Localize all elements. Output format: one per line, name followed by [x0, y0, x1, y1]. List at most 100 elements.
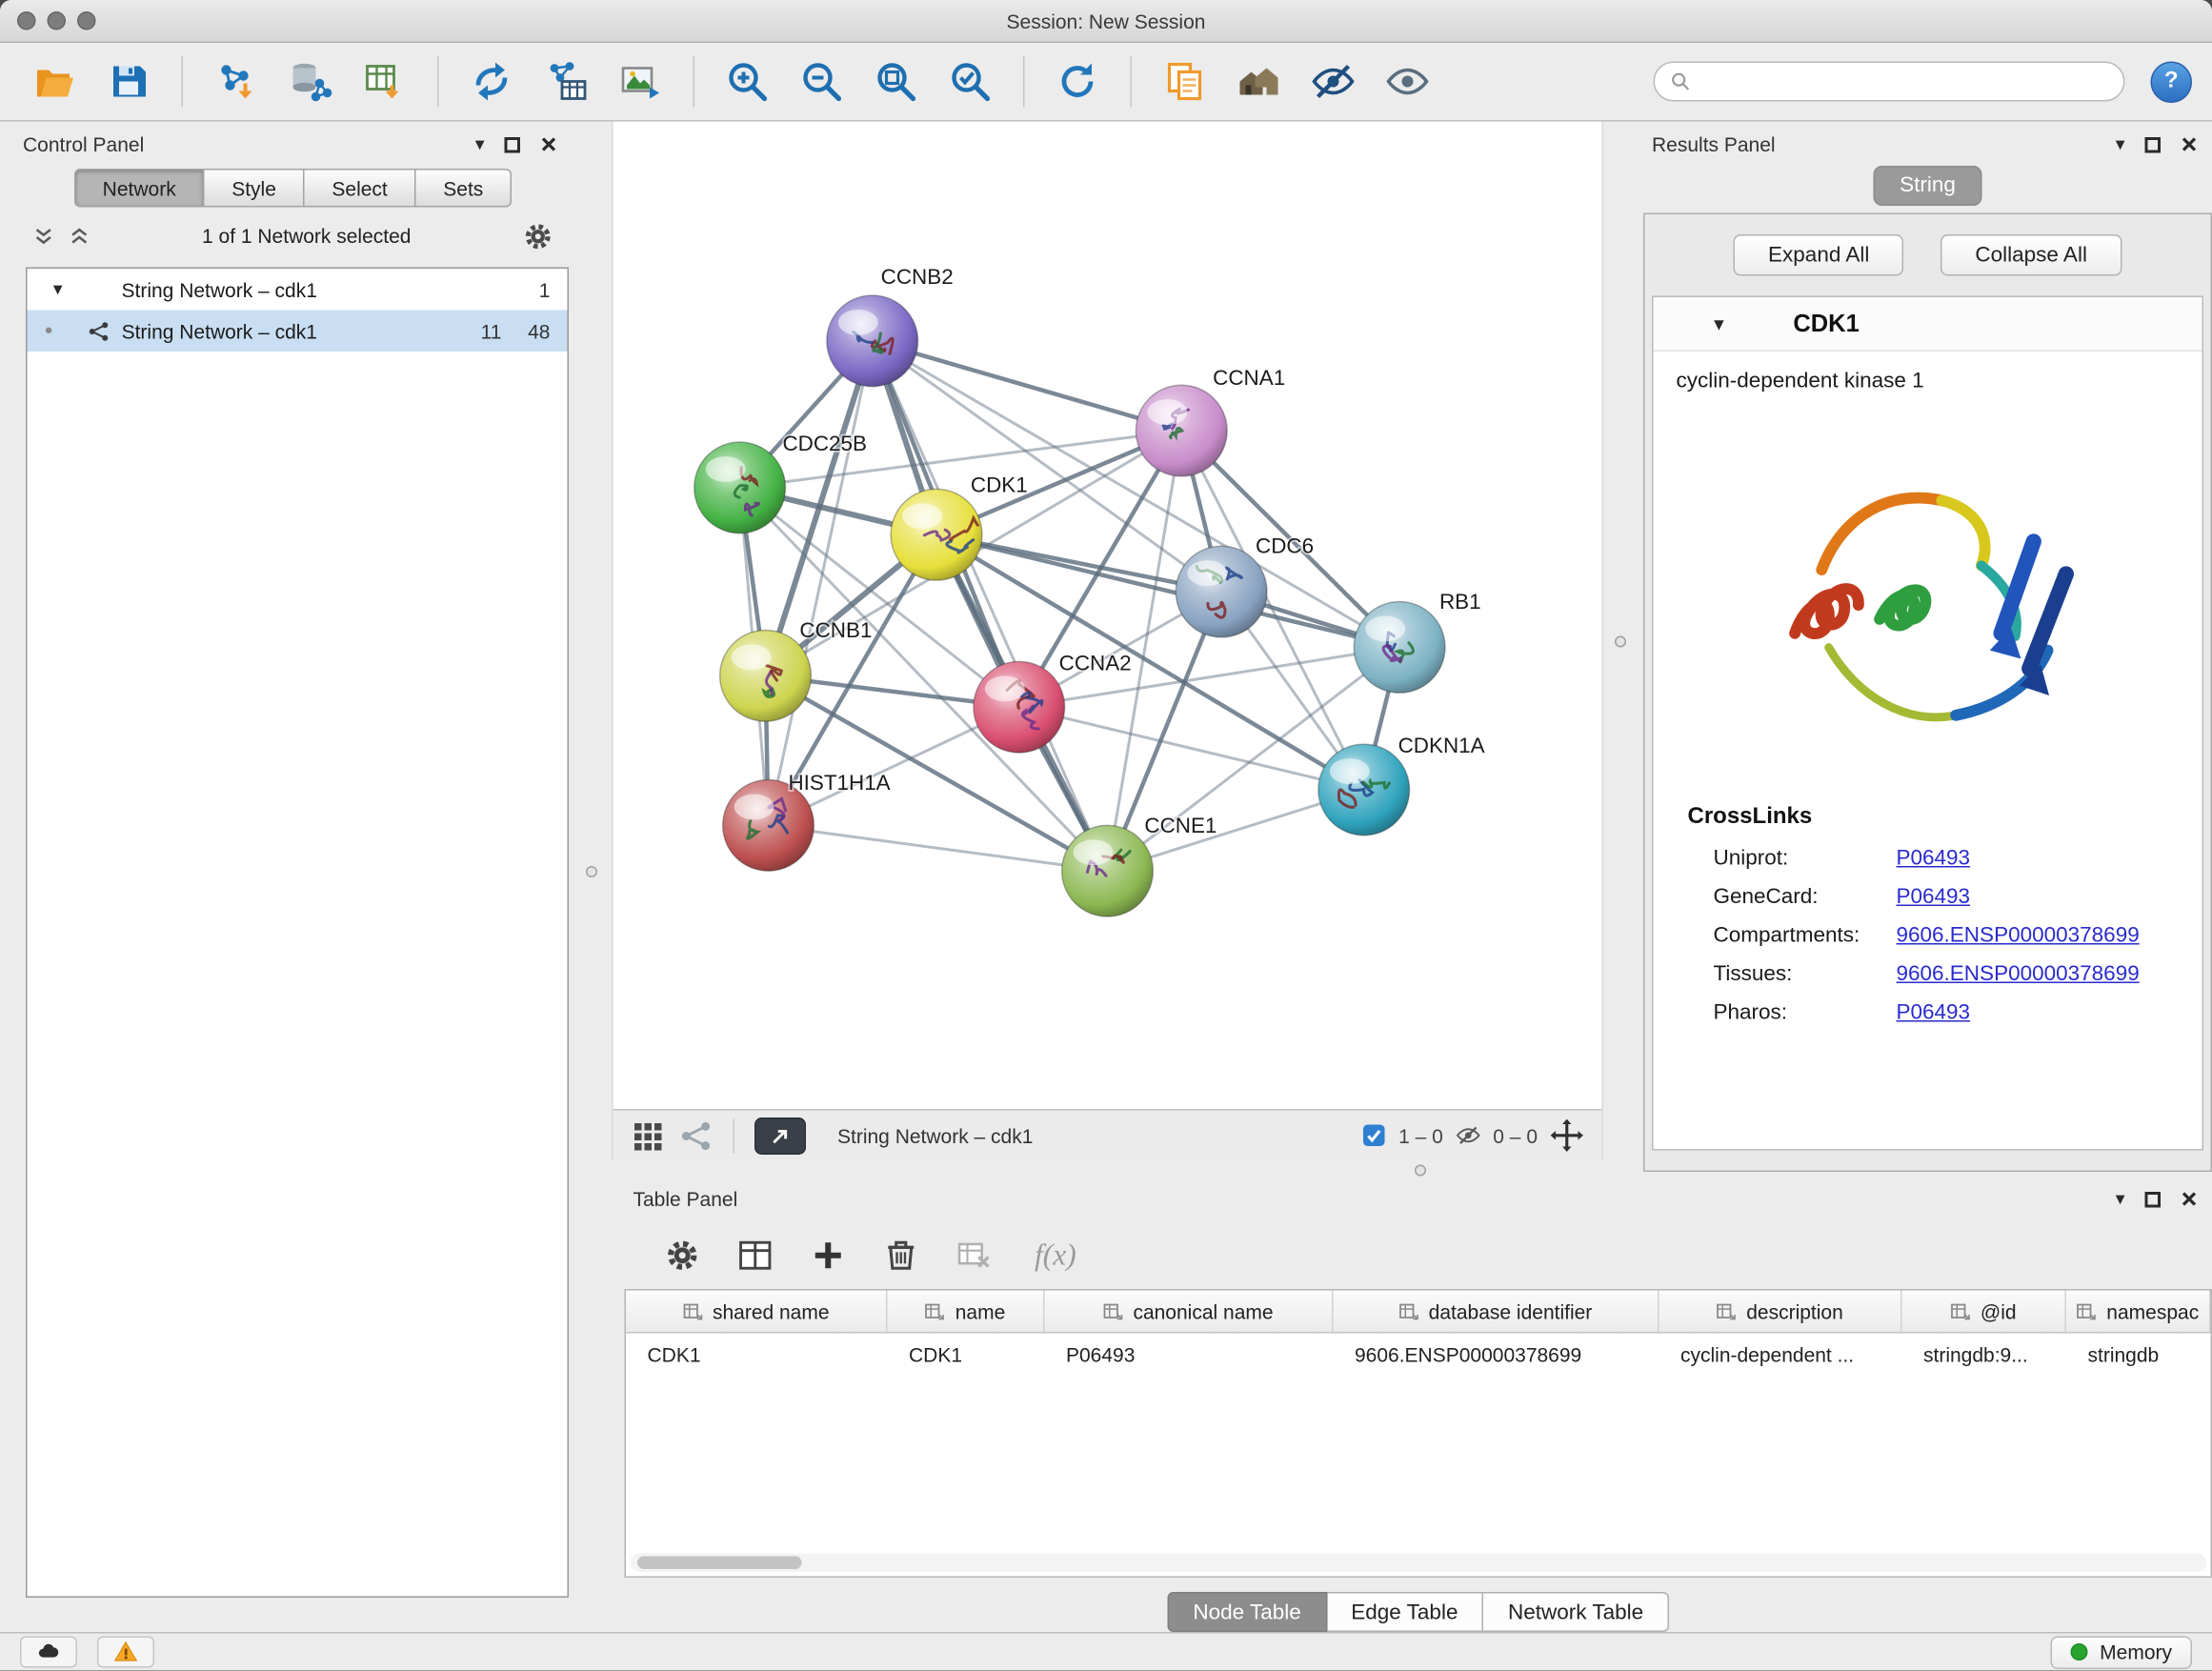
crosslink-value[interactable]: P06493 [1897, 885, 1971, 910]
navigator-button[interactable] [754, 1117, 806, 1154]
zoom-selected-button[interactable] [936, 50, 1005, 113]
column-options-icon[interactable] [925, 1301, 945, 1321]
zoom-in-button[interactable] [714, 50, 782, 113]
tab-sets[interactable]: Sets [416, 169, 513, 208]
node-sphere[interactable] [1062, 825, 1154, 916]
import-network-from-file-button[interactable] [202, 50, 271, 113]
tab-style[interactable]: Style [205, 169, 305, 208]
node-HIST1H1A[interactable]: HIST1H1A [723, 771, 891, 871]
node-sphere[interactable] [720, 630, 812, 721]
open-session-button[interactable] [20, 50, 89, 113]
column-options-icon[interactable] [1950, 1301, 1970, 1321]
edge-HIST1H1A-CCNE1[interactable] [769, 825, 1108, 871]
results-panel-close-icon[interactable] [2181, 136, 2198, 153]
help-button[interactable]: ? [2151, 61, 2193, 103]
splitter-handle-bottom[interactable] [1415, 1165, 1426, 1177]
crosslink-value[interactable]: 9606.ENSP00000378699 [1897, 962, 2140, 987]
zoom-out-button[interactable] [788, 50, 856, 113]
splitter-handle-right[interactable] [1615, 636, 1626, 648]
split-columns-button[interactable] [729, 1231, 780, 1279]
column-options-icon[interactable] [1717, 1301, 1737, 1321]
table-settings-button[interactable] [656, 1231, 708, 1279]
column-header-description[interactable]: description [1659, 1291, 1902, 1333]
import-table-from-file-button[interactable] [351, 50, 419, 113]
column-header-name[interactable]: name [888, 1291, 1045, 1333]
minimize-window-button[interactable] [48, 11, 67, 30]
network-options-gear-icon[interactable] [522, 219, 555, 252]
splitter-handle-left[interactable] [586, 866, 597, 877]
node-CDK1[interactable]: CDK1 [891, 473, 1028, 580]
delete-table-button[interactable] [948, 1231, 999, 1279]
import-network-from-database-button[interactable] [276, 50, 345, 113]
warnings-button[interactable] [97, 1637, 154, 1668]
node-CCNA1[interactable]: CCNA1 [1136, 366, 1285, 476]
fit-content-icon[interactable] [1549, 1117, 1585, 1154]
crosslink-value[interactable]: 9606.ENSP00000378699 [1897, 923, 2140, 948]
gene-card-header[interactable]: ▼ CDK1 [1654, 297, 2202, 352]
zoom-window-button[interactable] [77, 11, 96, 30]
network-collection-row[interactable]: ▼ String Network – cdk1 1 [28, 269, 568, 311]
network-canvas[interactable]: CCNB2CCNA1CDC25BCDK1CDC6RB1CCNB1CCNA2CDK… [613, 122, 1602, 1110]
column-header-shared-name[interactable]: shared name [626, 1291, 888, 1333]
delete-column-button[interactable] [875, 1231, 926, 1279]
export-table-button[interactable] [532, 50, 600, 113]
show-graphics-details-button[interactable] [1374, 50, 1442, 113]
network-row-selected[interactable]: ● String Network – cdk1 11 48 [28, 311, 568, 352]
node-CCNB2[interactable]: CCNB2 [827, 265, 954, 387]
hidden-eye-icon[interactable] [1455, 1122, 1482, 1150]
zoom-fit-button[interactable] [862, 50, 931, 113]
tab-string[interactable]: String [1874, 166, 1981, 206]
results-panel-collapse-icon[interactable]: ▾ [2116, 133, 2125, 156]
expand-all-networks-icon[interactable] [68, 224, 92, 249]
home-button[interactable] [1225, 50, 1294, 113]
tab-edge-table[interactable]: Edge Table [1327, 1592, 1484, 1632]
column-options-icon[interactable] [1398, 1301, 1418, 1321]
results-panel-float-icon[interactable] [2145, 136, 2162, 152]
crosslink-value[interactable]: P06493 [1897, 1000, 1971, 1025]
node-CDKN1A[interactable]: CDKN1A [1318, 734, 1485, 836]
add-column-button[interactable] [802, 1231, 854, 1279]
edge-CCNB2-CCNE1[interactable] [873, 341, 1108, 871]
column-header-namespac[interactable]: namespac [2066, 1291, 2211, 1333]
tab-network[interactable]: Network [74, 169, 205, 208]
scrollbar-thumb[interactable] [637, 1557, 802, 1570]
cloud-button[interactable] [20, 1637, 77, 1668]
refresh-view-button[interactable] [1043, 50, 1112, 113]
node-sphere[interactable] [1176, 546, 1267, 637]
column-options-icon[interactable] [2077, 1301, 2097, 1321]
memory-button[interactable]: Memory [2051, 1636, 2192, 1669]
clone-network-button[interactable] [1151, 50, 1219, 113]
table-panel-collapse-icon[interactable]: ▾ [2116, 1188, 2125, 1211]
tab-select[interactable]: Select [305, 169, 416, 208]
control-panel-collapse-icon[interactable]: ▾ [475, 133, 485, 156]
node-RB1[interactable]: RB1 [1354, 590, 1480, 693]
expand-all-button[interactable]: Expand All [1734, 234, 1903, 276]
tab-network-table[interactable]: Network Table [1483, 1592, 1669, 1632]
column-options-icon[interactable] [1103, 1301, 1123, 1321]
edge-CCNB2-HIST1H1A[interactable] [769, 341, 873, 826]
table-horizontal-scrollbar[interactable] [631, 1554, 2207, 1573]
search-input[interactable] [1700, 70, 2109, 92]
selection-checkbox-icon[interactable] [1360, 1122, 1388, 1150]
edge-CCNB2-CCNA1[interactable] [873, 341, 1182, 431]
column-header--id[interactable]: @id [1902, 1291, 2067, 1333]
function-builder-button[interactable]: f(x) [1035, 1237, 1076, 1273]
export-image-button[interactable] [606, 50, 674, 113]
gene-collapse-icon[interactable]: ▼ [1711, 313, 1728, 333]
table-panel-close-icon[interactable] [2181, 1191, 2198, 1208]
node-sphere[interactable] [694, 442, 786, 534]
collection-expand-icon[interactable]: ▼ [50, 281, 70, 298]
search-box[interactable] [1654, 62, 2125, 102]
hide-graphics-details-button[interactable] [1299, 50, 1368, 113]
control-panel-close-icon[interactable] [540, 136, 557, 153]
node-sphere[interactable] [1354, 602, 1445, 694]
share-network-icon[interactable] [679, 1118, 714, 1153]
collapse-all-networks-icon[interactable] [31, 224, 56, 249]
column-options-icon[interactable] [682, 1301, 702, 1321]
node-CCNB1[interactable]: CCNB1 [720, 618, 873, 721]
node-sphere[interactable] [827, 295, 918, 387]
table-panel-float-icon[interactable] [2145, 1191, 2162, 1207]
column-header-database-identifier[interactable]: database identifier [1334, 1291, 1659, 1333]
crosslink-value[interactable]: P06493 [1897, 846, 1971, 871]
save-session-button[interactable] [94, 50, 163, 113]
